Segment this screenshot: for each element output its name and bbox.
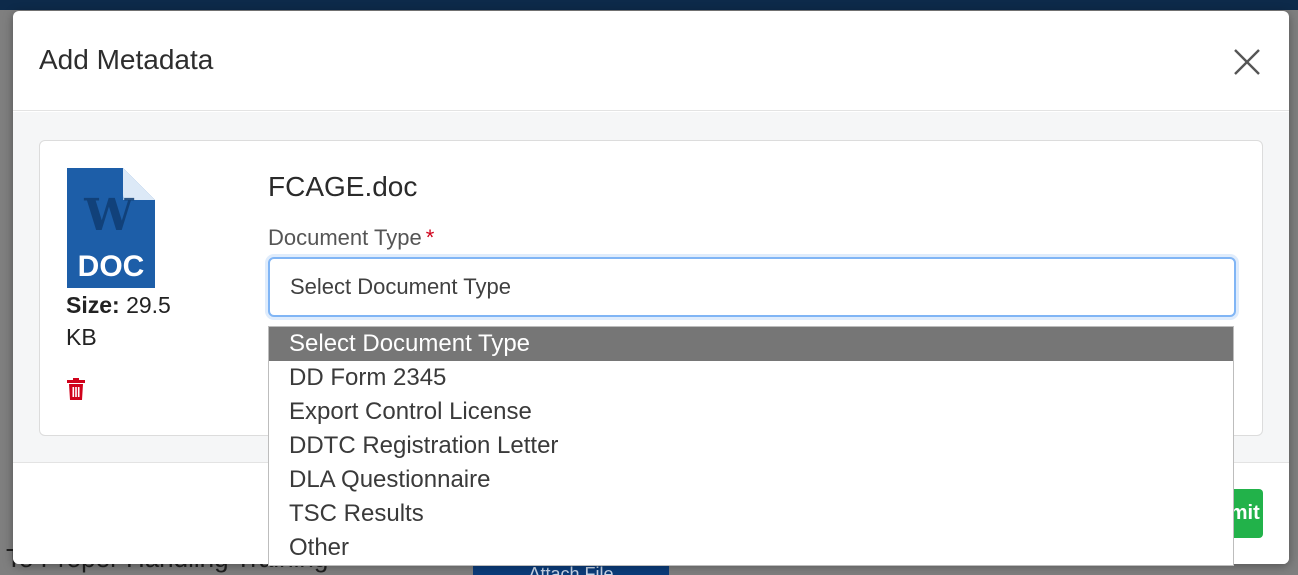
option-export-control-license[interactable]: Export Control License [269, 395, 1233, 429]
word-doc-icon: W DOC [67, 168, 157, 288]
option-other[interactable]: Other [269, 531, 1233, 565]
svg-text:W: W [83, 190, 134, 241]
trash-icon [67, 378, 85, 400]
option-dd-form-2345[interactable]: DD Form 2345 [269, 361, 1233, 395]
modal-title: Add Metadata [39, 44, 214, 75]
option-select-document-type[interactable]: Select Document Type [269, 327, 1233, 361]
option-ddtc-registration-letter[interactable]: DDTC Registration Letter [269, 429, 1233, 463]
required-mark: * [425, 225, 435, 250]
option-dla-questionnaire[interactable]: DLA Questionnaire [269, 463, 1233, 497]
doc-icon-label: DOC [78, 250, 145, 283]
file-size-label: Size: [66, 292, 120, 318]
modal-header: Add Metadata [13, 11, 1289, 111]
document-type-label: Document Type * [268, 225, 434, 251]
option-tsc-results[interactable]: TSC Results [269, 497, 1233, 531]
file-name: FCAGE.doc [268, 171, 418, 202]
close-button[interactable] [1229, 44, 1265, 80]
background-top-bar [0, 0, 1298, 10]
file-size: Size: 29.5 KB [66, 289, 206, 353]
close-icon [1234, 49, 1260, 75]
document-type-select[interactable]: Select Document Type [268, 257, 1236, 317]
document-type-label-text: Document Type [268, 225, 422, 250]
document-type-dropdown: Select Document Type DD Form 2345 Export… [268, 326, 1234, 566]
delete-file-button[interactable] [67, 378, 85, 400]
